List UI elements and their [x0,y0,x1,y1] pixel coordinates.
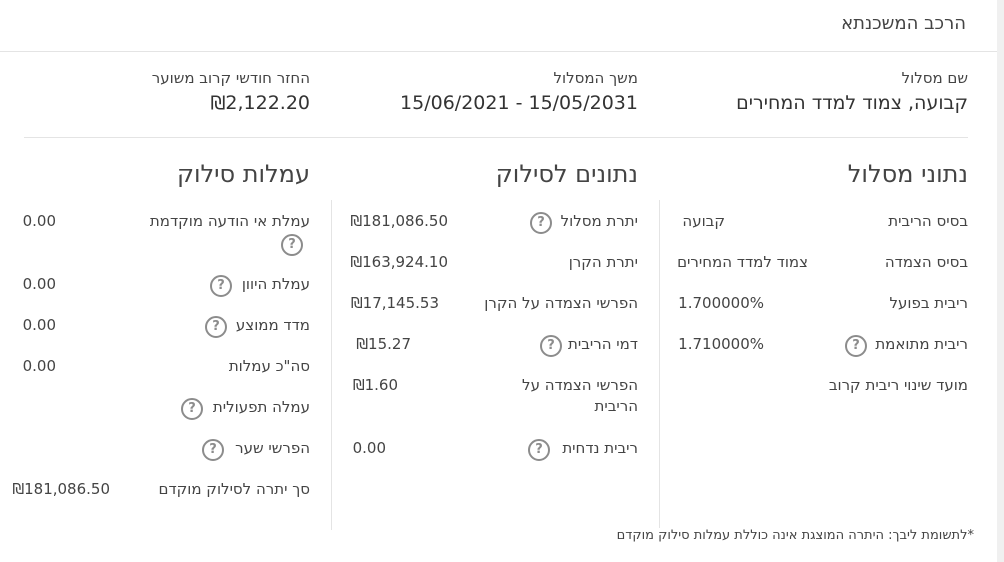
row-value: ₪15.27 [356,335,411,353]
summary-divider [24,137,968,138]
duration-value: 15/06/2021 - 15/05/2031 [400,92,638,114]
monthly-payment-label: החזר חודשי קרוב משוער [151,69,310,87]
row-label: דמי הריבית [567,335,638,353]
row-value: 0.00 [22,316,56,334]
row-label: מדד ממוצע [235,316,310,334]
row-value: 1.700000% [678,294,764,312]
panel-header: הרכב המשכנתא [0,0,997,52]
question-mark-icon[interactable]: ? [281,234,303,256]
row-label: בסיס הצמדה [884,253,968,271]
row-value: 0.00 [22,275,56,293]
question-mark-icon[interactable]: ? [530,212,552,234]
duration-label: משך המסלול [553,69,639,87]
row-value: 0.00 [22,357,56,375]
row-label: הפרשי הצמדה על הקרן [484,294,638,312]
row-value: צמוד למדד המחירים [677,253,808,271]
row-label: עמלה תפעולית [212,398,310,416]
page-title: הרכב המשכנתא [841,13,966,34]
row-value: 1.710000% [678,335,764,353]
row-label: יתרת מסלול [560,212,638,230]
disclaimer-note: *לתשומת ליבך: היתרה המוצגת אינה כוללת עמ… [616,528,974,543]
track-name-value: קבועה, צמוד למדד המחירים [736,92,968,114]
monthly-payment-value: ₪2,122.20 [210,92,310,114]
row-value: 0.00 [352,439,386,457]
row-label: עמלת אי הודעה מוקדמת [149,212,310,230]
question-mark-icon[interactable]: ? [540,335,562,357]
row-label: ריבית בפועל [889,294,968,312]
row-value: ₪163,924.10 [350,253,448,271]
payoff-data-title: נתונים לסילוק [495,160,638,188]
question-mark-icon[interactable]: ? [181,398,203,420]
question-mark-icon[interactable]: ? [202,439,224,461]
row-label: עמלת היוון [241,275,310,293]
payoff-fees-title: עמלות סילוק [176,160,310,188]
track-details-title: נתוני מסלול [847,160,968,188]
row-value: ₪1.60 [352,376,398,394]
row-value: ₪181,086.50 [12,480,110,498]
row-label: ריבית נדחית [562,439,638,457]
question-mark-icon[interactable]: ? [205,316,227,338]
row-label: הפרשי הצמדה על הריבית [522,376,638,415]
row-value: קבועה [682,212,725,230]
column-divider [659,200,660,528]
row-value: 0.00 [22,212,56,230]
row-label: ריבית מתואמת [875,335,968,353]
row-label: הפרשי שער [235,439,310,457]
row-label: בסיס הריבית [888,212,968,230]
row-value: ₪181,086.50 [350,212,448,230]
question-mark-icon[interactable]: ? [845,335,867,357]
track-name-label: שם מסלול [901,69,968,87]
question-mark-icon[interactable]: ? [210,275,232,297]
row-label: יתרת הקרן [568,253,638,271]
row-value: ₪17,145.53 [350,294,439,312]
vertical-scrollbar[interactable] [997,0,1004,562]
question-mark-icon[interactable]: ? [528,439,550,461]
row-label: מועד שינוי ריבית קרוב [828,376,968,394]
row-label: סה"כ עמלות [228,357,310,375]
column-divider [331,200,332,530]
row-label: סך יתרה לסילוק מוקדם [158,480,310,498]
